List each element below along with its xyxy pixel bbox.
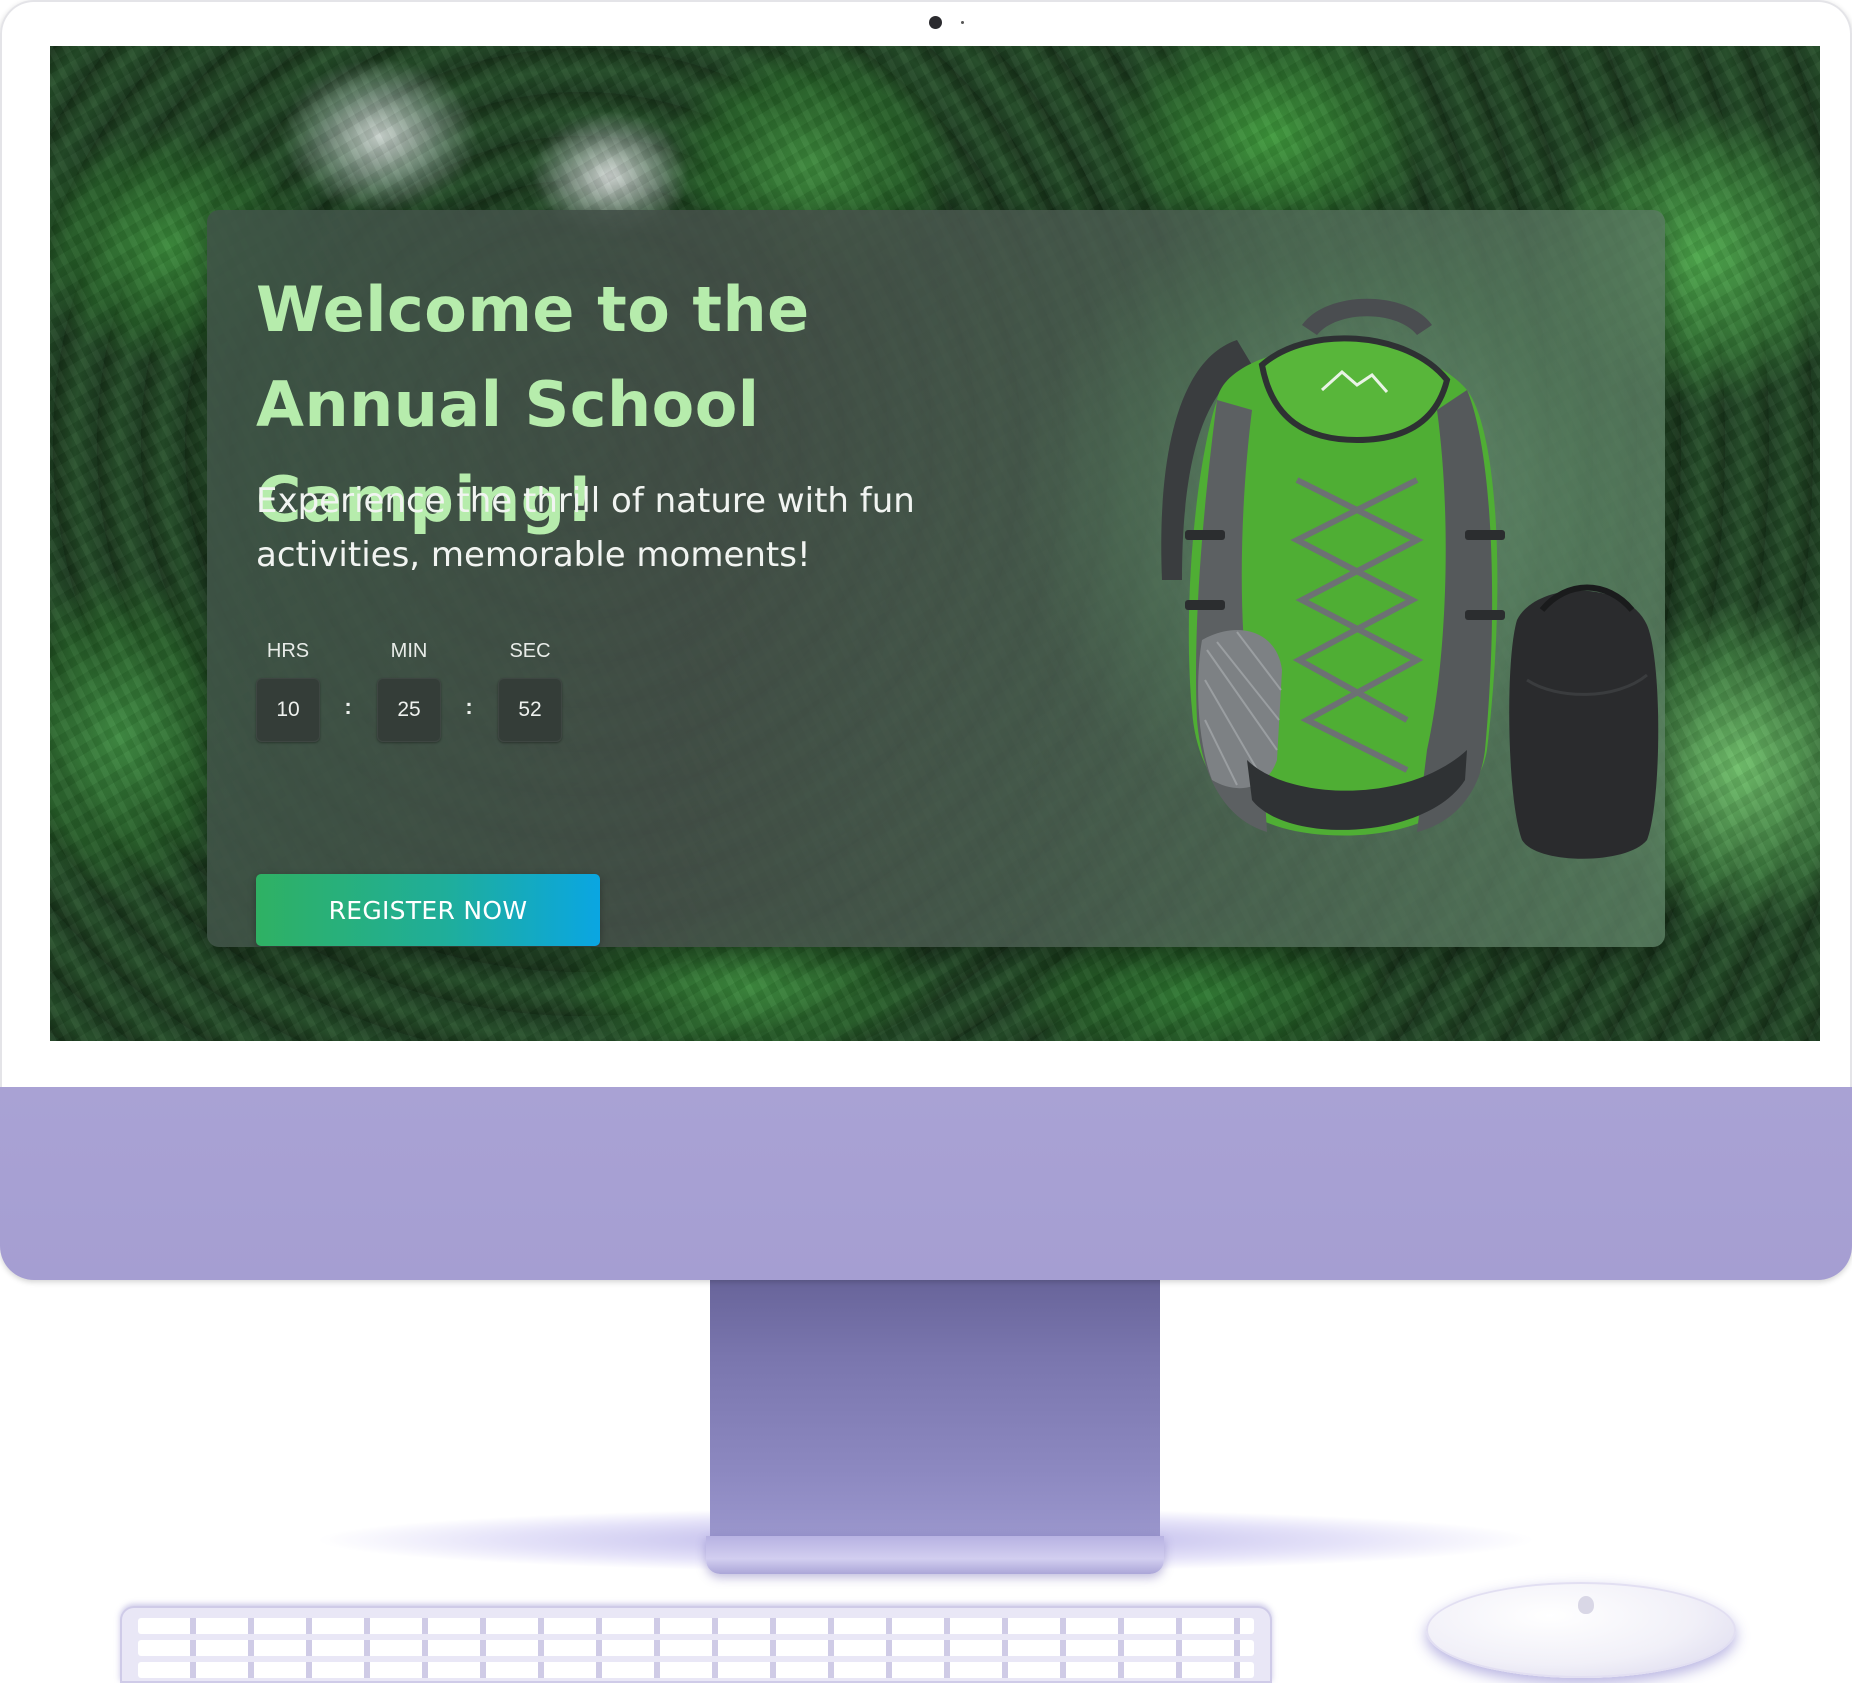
keyboard-row bbox=[138, 1618, 1254, 1634]
countdown-separator: : bbox=[465, 694, 473, 719]
imac-mockup: Welcome to the Annual School Camping! Ex… bbox=[0, 0, 1852, 1683]
keyboard-row bbox=[138, 1640, 1254, 1656]
countdown-hours-label: HRS bbox=[266, 640, 310, 662]
camera-icon bbox=[929, 16, 942, 29]
register-now-button[interactable]: REGISTER NOW bbox=[256, 874, 600, 946]
keyboard bbox=[120, 1606, 1272, 1683]
keyboard-row bbox=[138, 1662, 1254, 1678]
hero-subtitle: Experience the thrill of nature with fun… bbox=[256, 481, 915, 575]
countdown-hours-value: 10 bbox=[256, 678, 320, 742]
monitor-chin bbox=[0, 1087, 1852, 1280]
camera-indicator bbox=[961, 21, 964, 24]
hero-card: Welcome to the Annual School Camping! Ex… bbox=[207, 210, 1665, 947]
countdown-separator: : bbox=[344, 694, 352, 719]
countdown-minutes-label: MIN bbox=[390, 640, 428, 662]
screen: Welcome to the Annual School Camping! Ex… bbox=[50, 46, 1820, 1041]
countdown-minutes-value: 25 bbox=[377, 678, 441, 742]
apple-logo-icon bbox=[1578, 1596, 1594, 1614]
monitor-stand-foot bbox=[706, 1536, 1164, 1574]
monitor: Welcome to the Annual School Camping! Ex… bbox=[0, 0, 1852, 1280]
monitor-stand-neck bbox=[710, 1280, 1160, 1540]
countdown-seconds-label: SEC bbox=[509, 640, 551, 662]
countdown-seconds-value: 52 bbox=[498, 678, 562, 742]
backpack-illustration bbox=[1161, 298, 1659, 859]
